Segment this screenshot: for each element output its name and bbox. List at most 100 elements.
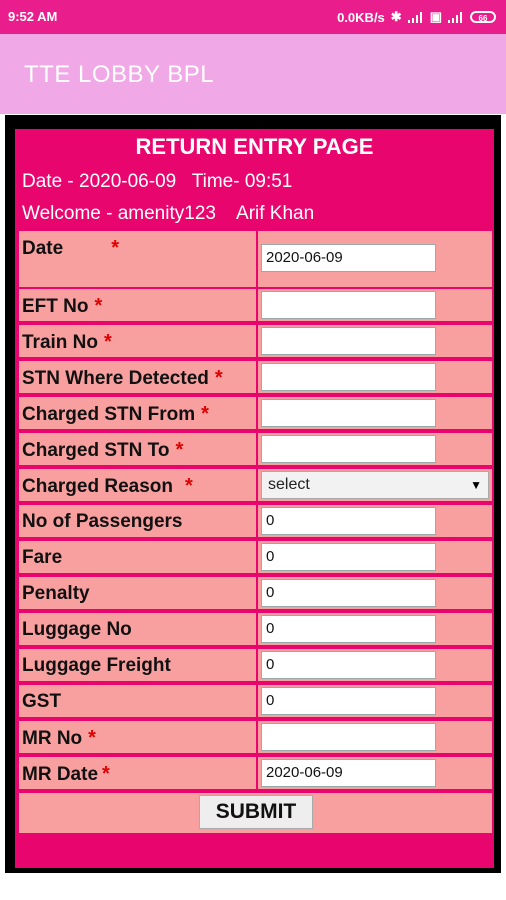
date-time-info: Date - 2020-06-09 Time- 09:51 (22, 171, 293, 192)
value-cell (258, 325, 492, 357)
label-cell: STN Where Detected * (19, 361, 256, 393)
return-entry-form: RETURN ENTRY PAGE Date - 2020-06-09 Time… (15, 129, 494, 868)
charged-from-input[interactable] (261, 399, 436, 427)
mr-no-label: MR No (22, 728, 83, 749)
required-mark: * (201, 403, 209, 425)
value-cell (258, 721, 492, 753)
label-cell: Luggage Freight (19, 649, 256, 681)
mr-no-input[interactable] (261, 723, 436, 751)
value-cell (258, 433, 492, 465)
train-input[interactable] (261, 327, 436, 355)
train-label-wrap: Train No * (22, 331, 112, 354)
status-icons: 0.0KB/s ✱ ▣ 66 (337, 9, 496, 25)
label-cell: Charged STN From * (19, 397, 256, 429)
penalty-input[interactable]: 0 (261, 579, 436, 607)
gst-input[interactable]: 0 (261, 687, 436, 715)
required-mark: * (104, 331, 112, 353)
charged-from-label-wrap: Charged STN From * (22, 403, 209, 426)
value-cell: 0 (258, 541, 492, 573)
submit-button[interactable]: SUBMIT (199, 795, 313, 829)
value-cell: 0 (258, 649, 492, 681)
charged-to-input[interactable] (261, 435, 436, 463)
row-luggage-no: Luggage No 0 (19, 613, 492, 645)
label-cell: MR No * (19, 721, 256, 753)
required-mark: * (175, 439, 184, 461)
stn-detected-label: STN Where Detected (22, 368, 209, 389)
penalty-label: Penalty (22, 583, 90, 604)
chevron-down-icon: ▼ (470, 478, 482, 492)
required-mark: * (88, 727, 96, 749)
mr-no-label-wrap: MR No * (22, 727, 96, 750)
charged-reason-select[interactable]: select ▼ (261, 471, 489, 499)
row-mr-no: MR No * (19, 721, 492, 753)
row-charged-to: Charged STN To * (19, 433, 492, 465)
app-bar: TTE LOBBY BPL (0, 34, 506, 114)
required-mark: * (102, 763, 110, 785)
status-time: 9:52 AM (8, 9, 58, 24)
value-cell (258, 397, 492, 429)
label-cell: Charged Reason * (19, 469, 256, 501)
required-mark: * (214, 367, 223, 389)
gst-label: GST (22, 691, 62, 712)
luggage-freight-label: Luggage Freight (22, 655, 171, 676)
label-cell: Luggage No (19, 613, 256, 645)
mr-date-label: MR Date (22, 764, 99, 785)
eft-input[interactable] (261, 291, 436, 319)
row-fare: Fare 0 (19, 541, 492, 573)
row-passengers: No of Passengers 0 (19, 505, 492, 537)
submit-row: SUBMIT (19, 793, 492, 833)
row-stn-detected: STN Where Detected * (19, 361, 492, 393)
required-mark: * (111, 237, 119, 259)
row-train: Train No * (19, 325, 492, 357)
app-title: TTE LOBBY BPL (24, 61, 215, 88)
charged-from-label: Charged STN From (22, 404, 196, 425)
mr-date-input[interactable]: 2020-06-09 (261, 759, 436, 787)
value-cell: 2020-06-09 (258, 231, 492, 287)
label-cell: Penalty (19, 577, 256, 609)
value-cell: 0 (258, 685, 492, 717)
row-charged-reason: Charged Reason * select ▼ (19, 469, 492, 501)
required-mark: * (184, 475, 193, 497)
page-heading: RETURN ENTRY PAGE (135, 134, 374, 159)
luggage-no-input[interactable]: 0 (261, 615, 436, 643)
row-mr-date: MR Date * 2020-06-09 (19, 757, 492, 789)
row-penalty: Penalty 0 (19, 577, 492, 609)
value-cell: 2020-06-09 (258, 757, 492, 789)
luggage-freight-input[interactable]: 0 (261, 651, 436, 679)
date-label: Date (22, 238, 64, 259)
label-cell: No of Passengers (19, 505, 256, 537)
bluetooth-icon: ✱ (390, 9, 402, 24)
label-cell: Fare (19, 541, 256, 573)
charged-to-label: Charged STN To (22, 440, 170, 461)
row-gst: GST 0 (19, 685, 492, 717)
label-cell: Charged STN To * (19, 433, 256, 465)
reason-selected: select (268, 476, 310, 493)
value-cell (258, 361, 492, 393)
mr-date-label-wrap: MR Date * (22, 763, 110, 786)
eft-label: EFT No (22, 296, 89, 317)
battery-icon: 66 (470, 11, 496, 23)
welcome-info: Welcome - amenity123 Arif Khan (22, 203, 315, 224)
reason-label-wrap: Charged Reason * (22, 475, 193, 498)
value-cell (258, 289, 492, 321)
charged-to-label-wrap: Charged STN To * (22, 439, 183, 462)
passengers-label: No of Passengers (22, 511, 183, 532)
net-speed: 0.0KB/s (337, 9, 385, 25)
train-label: Train No (22, 332, 99, 353)
fare-input[interactable]: 0 (261, 543, 436, 571)
luggage-no-label: Luggage No (22, 619, 132, 640)
row-charged-from: Charged STN From * (19, 397, 492, 429)
fare-label: Fare (22, 547, 63, 568)
value-cell: select ▼ (258, 469, 492, 501)
label-cell: GST (19, 685, 256, 717)
signal-4g-icon (448, 11, 464, 23)
label-cell: MR Date * (19, 757, 256, 789)
row-date: Date * 2020-06-09 (19, 231, 492, 287)
passengers-input[interactable]: 0 (261, 507, 436, 535)
reason-label: Charged Reason (22, 476, 173, 497)
value-cell: 0 (258, 577, 492, 609)
label-cell: Date * (19, 231, 256, 287)
date-input[interactable]: 2020-06-09 (261, 244, 436, 272)
row-luggage-freight: Luggage Freight 0 (19, 649, 492, 681)
stn-detected-input[interactable] (261, 363, 436, 391)
